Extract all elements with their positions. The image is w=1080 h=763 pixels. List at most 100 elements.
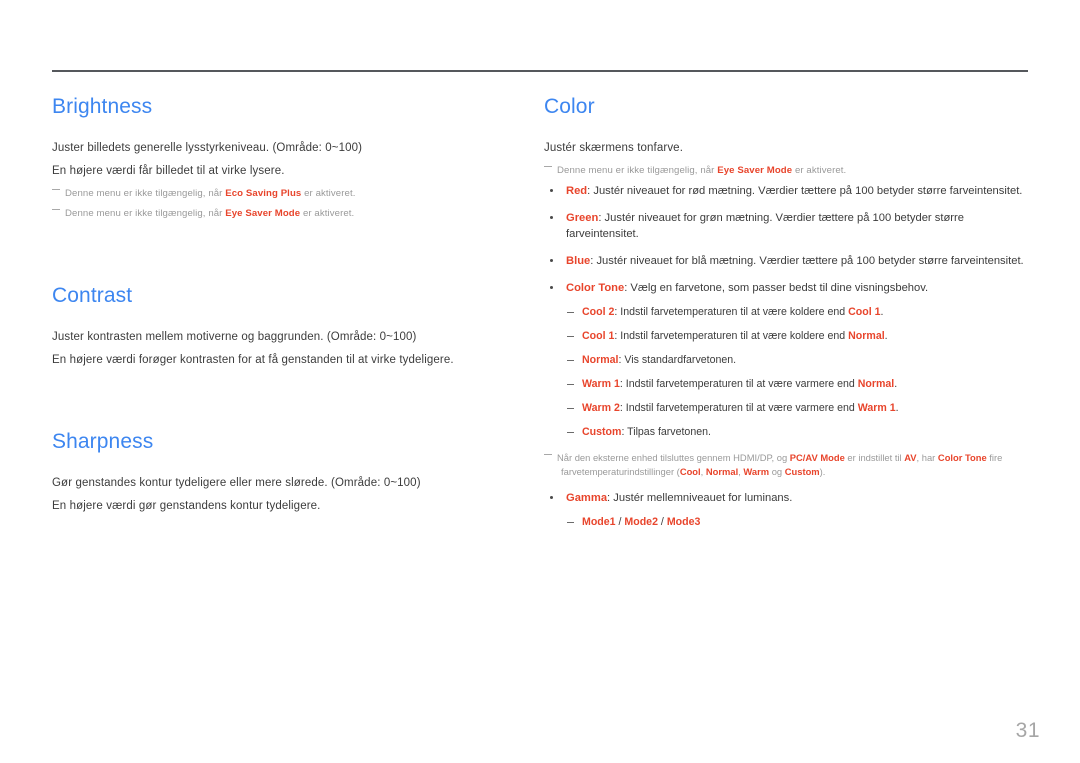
note-line2-text-1: farvetemperaturindstillinger (	[561, 466, 680, 477]
dash-icon	[567, 336, 574, 337]
note-accent: Eco Saving Plus	[225, 188, 302, 199]
subitem-label: Cool 1	[582, 330, 615, 342]
availability-note: Denne menu er ikke tilgængelig, når Eye …	[52, 206, 528, 221]
dash-icon	[567, 408, 574, 409]
bullet-dot-icon	[550, 216, 554, 220]
availability-note: Denne menu er ikke tilgængelig, når Eco …	[52, 186, 528, 201]
section-title-color: Color	[544, 95, 595, 118]
section-body-sharpness: Gør genstandes kontur tydeligere eller m…	[52, 475, 528, 515]
color-tone-subitems: Cool 2: Indstil farvetemperaturen til at…	[566, 305, 1028, 440]
subitem-ref: Cool 1	[848, 306, 881, 318]
option-label: Color Tone	[566, 282, 625, 294]
note-line2-accent-4: Custom	[784, 466, 820, 477]
list-item: Warm 2: Indstil farvetemperaturen til at…	[566, 401, 1028, 416]
subitem-text: : Indstil farvetemperaturen til at være …	[614, 306, 849, 318]
gamma-mode-1: Mode1	[582, 516, 616, 528]
section-body-brightness: Juster billedets generelle lysstyrkenive…	[52, 140, 528, 221]
section-contrast: Contrast Juster kontrasten mellem motive…	[52, 283, 528, 369]
subitem-label: Cool 2	[582, 306, 615, 318]
list-item: Red: Justér niveauet for rød mætning. Væ…	[544, 183, 1028, 199]
manual-page: Brightness Juster billedets generelle ly…	[0, 0, 1080, 763]
dash-icon	[567, 432, 574, 433]
note-text-pre: Denne menu er ikke tilgængelig, når	[557, 165, 718, 176]
option-label: Green	[566, 212, 599, 224]
subitem-text: : Indstil farvetemperaturen til at være …	[619, 378, 858, 390]
section-body-contrast: Juster kontrasten mellem motiverne og ba…	[52, 329, 528, 369]
list-item: Cool 1: Indstil farvetemperaturen til at…	[566, 329, 1028, 344]
bullet-dot-icon	[550, 286, 554, 290]
list-item: Normal: Vis standardfarvetonen.	[566, 353, 1028, 368]
page-number: 31	[1015, 719, 1040, 742]
subitem-end: .	[880, 306, 884, 318]
note-text-post: er aktiveret.	[792, 165, 847, 176]
dash-icon	[567, 360, 574, 361]
list-item: Blue: Justér niveauet for blå mætning. V…	[544, 253, 1028, 269]
note-dash-icon	[52, 209, 60, 210]
dash-icon	[567, 522, 574, 523]
section-title-contrast: Contrast	[52, 284, 133, 307]
body-line: En højere værdi får billedet til at virk…	[52, 165, 285, 177]
note-text-4: fire	[986, 452, 1003, 463]
subitem-label: Normal	[582, 354, 619, 366]
option-description: : Justér niveauet for rød mætning. Værdi…	[587, 185, 1023, 197]
right-column: Color Justér skærmens tonfarve. Denne me…	[544, 86, 1028, 541]
body-line: En højere værdi gør genstandens kontur t…	[52, 500, 321, 512]
section-title-brightness: Brightness	[52, 95, 153, 118]
subitem-end: .	[895, 402, 899, 414]
note-dash-icon	[544, 166, 552, 167]
note-line2-accent-2: Normal	[705, 466, 739, 477]
bullet-dot-icon	[550, 189, 554, 193]
subitem-text: : Vis standardfarvetonen.	[618, 354, 737, 366]
subitem-end: .	[894, 378, 898, 390]
section-brightness: Brightness Juster billedets generelle ly…	[52, 94, 528, 221]
gamma-subitems: Mode1 / Mode2 / Mode3	[566, 515, 1028, 530]
color-options-list: Red: Justér niveauet for rød mætning. Væ…	[544, 183, 1028, 440]
body-line: Juster kontrasten mellem motiverne og ba…	[52, 331, 417, 343]
note-text-post: er aktiveret.	[301, 188, 356, 199]
section-body-color: Justér skærmens tonfarve. Denne menu er …	[544, 140, 1028, 530]
note-dash-icon	[52, 189, 60, 190]
note-line2-accent-1: Cool	[679, 466, 701, 477]
option-label: Gamma	[566, 492, 608, 504]
gamma-list: Gamma: Justér mellemniveauet for luminan…	[544, 490, 1028, 530]
note-accent-3: Color Tone	[937, 452, 987, 463]
section-title-sharpness: Sharpness	[52, 430, 154, 453]
section-color: Color Justér skærmens tonfarve. Denne me…	[544, 94, 1028, 530]
list-item: Warm 1: Indstil farvetemperaturen til at…	[566, 377, 1028, 392]
dash-icon	[567, 312, 574, 313]
note-line2-text-5: ).	[819, 466, 826, 477]
list-item: Gamma: Justér mellemniveauet for luminan…	[544, 490, 1028, 530]
gamma-mode-2: Mode2	[624, 516, 658, 528]
subitem-ref: Normal	[857, 378, 895, 390]
bullet-dot-icon	[550, 496, 554, 500]
note-text-pre: Denne menu er ikke tilgængelig, når	[65, 188, 226, 199]
gamma-mode-3: Mode3	[666, 516, 701, 528]
list-item: Color Tone: Vælg en farvetone, som passe…	[544, 280, 1028, 440]
body-line: Juster billedets generelle lysstyrkenive…	[52, 142, 363, 154]
body-line: Gør genstandes kontur tydeligere eller m…	[52, 477, 421, 489]
note-text-3: , har	[916, 452, 938, 463]
left-column: Brightness Juster billedets generelle ly…	[52, 86, 528, 521]
subitem-label: Custom	[582, 426, 622, 438]
note-text-1: Når den eksterne enhed tilsluttes gennem…	[557, 452, 790, 463]
note-second-line: farvetemperaturindstillinger (Cool, Norm…	[557, 465, 1028, 479]
option-description: : Justér niveauet for grøn mætning. Værd…	[566, 212, 964, 240]
option-description: : Vælg en farvetone, som passer bedst ti…	[624, 282, 929, 294]
section-sharpness: Sharpness Gør genstandes kontur tydelige…	[52, 429, 528, 515]
option-label: Blue	[566, 255, 591, 267]
note-accent-2: AV	[904, 452, 917, 463]
body-line: En højere værdi forøger kontrasten for a…	[52, 354, 454, 366]
dash-icon	[567, 384, 574, 385]
color-tone-availability-note: Når den eksterne enhed tilsluttes gennem…	[544, 451, 1028, 479]
subitem-ref: Normal	[848, 330, 885, 342]
note-text-pre: Denne menu er ikke tilgængelig, når	[65, 208, 226, 219]
subitem-text: : Indstil farvetemperaturen til at være …	[619, 402, 858, 414]
note-text-post: er aktiveret.	[300, 208, 355, 219]
list-item: Green: Justér niveauet for grøn mætning.…	[544, 210, 1028, 242]
note-accent: Eye Saver Mode	[717, 165, 793, 176]
header-divider	[52, 70, 1028, 72]
body-line: Justér skærmens tonfarve.	[544, 142, 684, 154]
gamma-separator-2: /	[657, 516, 667, 528]
option-description: : Justér mellemniveauet for luminans.	[607, 492, 793, 504]
note-line2-accent-3: Warm	[743, 466, 770, 477]
